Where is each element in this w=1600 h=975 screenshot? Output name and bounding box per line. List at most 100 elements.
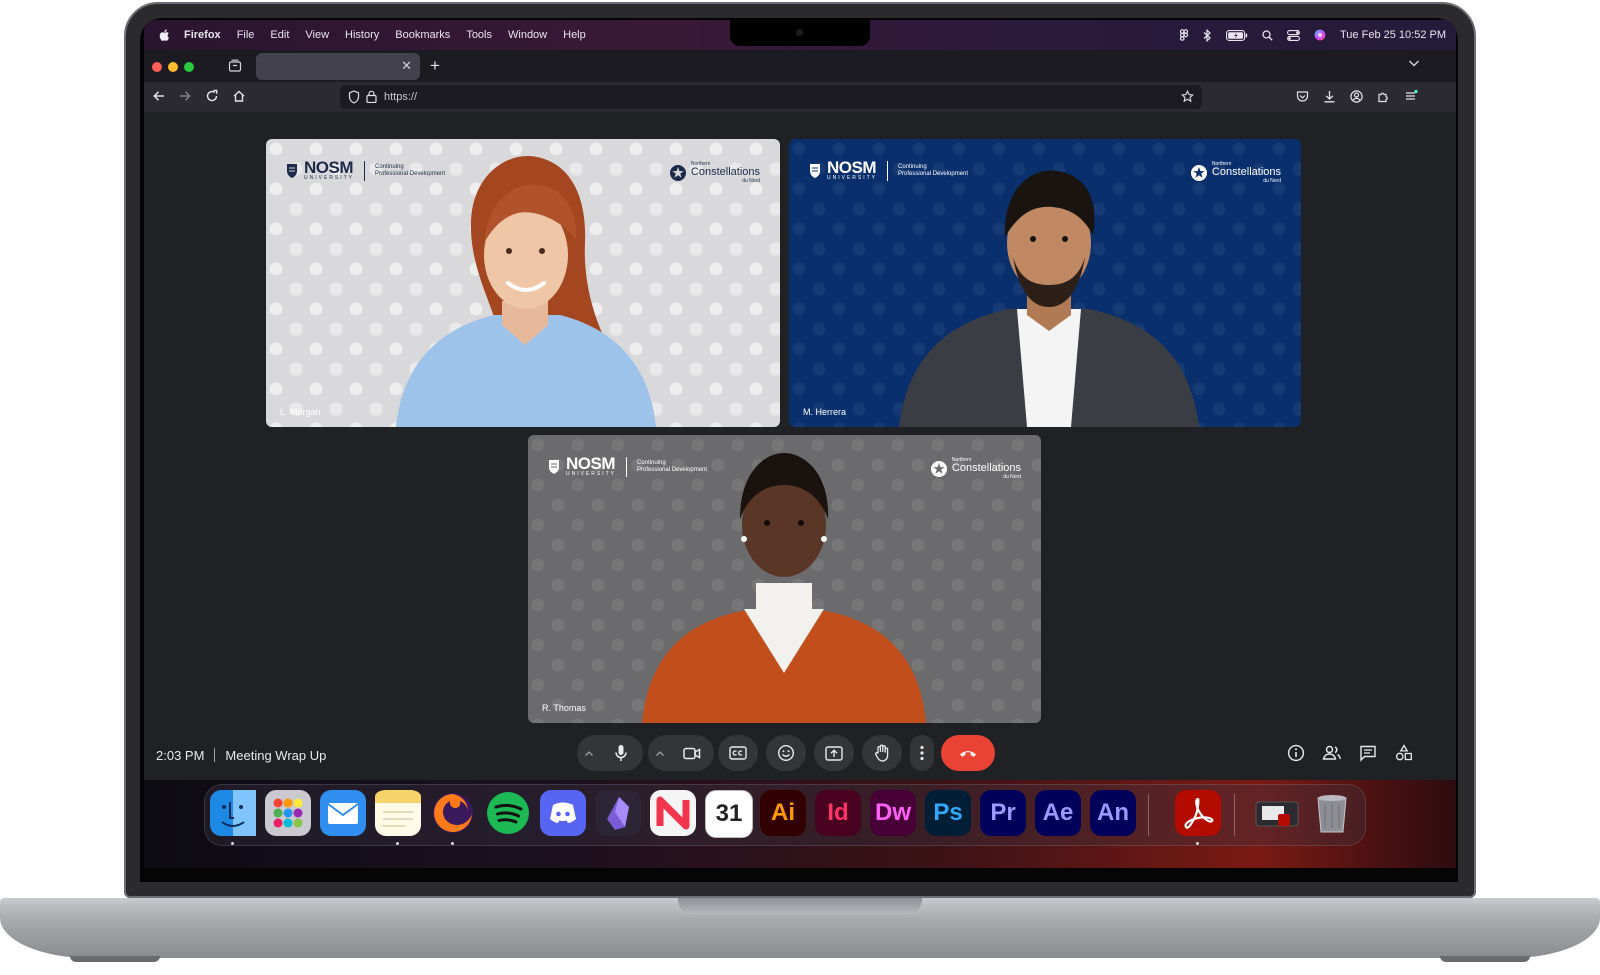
people-icon[interactable] bbox=[1322, 744, 1342, 762]
participant-name-3: R. Thomas bbox=[542, 703, 586, 713]
dock-app-acrobat[interactable] bbox=[1175, 790, 1221, 836]
calendar-day-number: 31 bbox=[715, 800, 743, 827]
mic-icon[interactable] bbox=[601, 744, 641, 762]
window-zoom-button[interactable] bbox=[184, 62, 194, 72]
dock-app-animate[interactable]: An bbox=[1090, 790, 1136, 836]
browser-tab-strip: ✕ + bbox=[144, 50, 1456, 82]
meeting-title[interactable]: Meeting Wrap Up bbox=[225, 748, 326, 763]
dock-app-after-effects[interactable]: Ae bbox=[1035, 790, 1081, 836]
present-icon[interactable] bbox=[814, 735, 854, 771]
menu-window[interactable]: Window bbox=[508, 29, 547, 41]
finder-icon bbox=[210, 790, 256, 836]
spotify-icon bbox=[487, 792, 529, 834]
battery-icon[interactable] bbox=[1226, 29, 1248, 41]
menu-history[interactable]: History bbox=[345, 29, 379, 41]
participant-tile-3[interactable]: NOSM UNIVERSITY Continuing Professional … bbox=[528, 435, 1041, 723]
dock-app-spotify[interactable] bbox=[485, 790, 531, 836]
indesign-label: Id bbox=[827, 799, 849, 826]
more-icon[interactable] bbox=[910, 735, 934, 771]
participant-video-person-2 bbox=[899, 170, 1199, 427]
dock-app-finder[interactable] bbox=[210, 790, 256, 836]
emoji-icon[interactable] bbox=[766, 735, 806, 771]
apple-logo-icon[interactable] bbox=[158, 28, 172, 42]
window-close-button[interactable] bbox=[152, 62, 162, 72]
dock-trash[interactable] bbox=[1309, 790, 1355, 836]
siri-icon[interactable] bbox=[1314, 29, 1326, 41]
forward-arrow-icon[interactable] bbox=[178, 89, 192, 103]
info-icon[interactable] bbox=[1287, 744, 1305, 762]
participant-tile-1[interactable]: NOSM UNIVERSITY Continuing Professional … bbox=[266, 139, 780, 427]
captions-icon[interactable] bbox=[718, 735, 758, 771]
dock-app-firefox[interactable] bbox=[430, 790, 476, 836]
control-center-icon[interactable] bbox=[1287, 29, 1300, 41]
chat-icon[interactable] bbox=[1359, 744, 1377, 762]
dock-downloads-stack[interactable] bbox=[1254, 790, 1300, 836]
menu-bookmarks[interactable]: Bookmarks bbox=[395, 29, 450, 41]
nosm-shield-icon bbox=[287, 164, 297, 178]
bluetooth-icon[interactable] bbox=[1203, 28, 1212, 42]
raise-hand-icon[interactable] bbox=[862, 735, 902, 771]
after-effects-label: Ae bbox=[1042, 799, 1074, 826]
nosm-university-text: UNIVERSITY bbox=[566, 471, 617, 477]
home-icon[interactable] bbox=[232, 89, 246, 103]
dock-app-mail[interactable] bbox=[320, 790, 366, 836]
spotlight-search-icon[interactable] bbox=[1262, 29, 1273, 41]
address-bar[interactable]: https:// bbox=[340, 85, 1202, 109]
downloads-icon[interactable] bbox=[1323, 90, 1336, 103]
figma-icon[interactable] bbox=[1179, 29, 1189, 41]
dock-app-discord[interactable] bbox=[540, 790, 586, 836]
dock-app-dreamweaver[interactable]: Dw bbox=[870, 790, 916, 836]
firefox-icon bbox=[433, 793, 473, 833]
camera-icon[interactable] bbox=[672, 747, 712, 760]
dock-app-illustrator[interactable]: Ai bbox=[760, 790, 806, 836]
menu-file[interactable]: File bbox=[237, 29, 255, 41]
dock-app-calendar[interactable]: 31 bbox=[705, 790, 753, 838]
dock-app-launchpad[interactable] bbox=[265, 790, 311, 836]
meeting-time: 2:03 PM bbox=[156, 748, 205, 763]
window-minimize-button[interactable] bbox=[168, 62, 178, 72]
nosm-wordmark: NOSM bbox=[827, 158, 877, 177]
audio-settings-chevron-up-icon[interactable] bbox=[577, 750, 601, 757]
extensions-puzzle-icon[interactable] bbox=[1377, 90, 1390, 103]
menubar-app-name[interactable]: Firefox bbox=[184, 29, 221, 41]
menu-edit[interactable]: Edit bbox=[270, 29, 289, 41]
end-call-icon[interactable] bbox=[941, 735, 995, 771]
dock-app-premiere-pro[interactable]: Pr bbox=[980, 790, 1026, 836]
menu-tools[interactable]: Tools bbox=[466, 29, 492, 41]
trash-icon bbox=[1317, 795, 1347, 833]
menu-view[interactable]: View bbox=[305, 29, 329, 41]
menu-help[interactable]: Help bbox=[563, 29, 586, 41]
dock-app-news[interactable] bbox=[650, 790, 696, 836]
dock-app-indesign[interactable]: Id bbox=[815, 790, 861, 836]
video-settings-chevron-up-icon[interactable] bbox=[648, 750, 672, 757]
northern-constellations-logo: Northern Constellations du Nord bbox=[669, 161, 760, 184]
tracking-protection-shield-icon[interactable] bbox=[348, 90, 360, 104]
acrobat-icon bbox=[1175, 790, 1221, 836]
pocket-icon[interactable] bbox=[1296, 90, 1309, 103]
new-tab-button[interactable]: + bbox=[430, 56, 440, 76]
menubar-clock[interactable]: Tue Feb 25 10:52 PM bbox=[1340, 29, 1446, 41]
constellations-du-nord-text: du Nord bbox=[1003, 474, 1021, 480]
nosm-university-text: UNIVERSITY bbox=[304, 175, 355, 181]
lock-icon[interactable] bbox=[366, 90, 377, 103]
dock-app-obsidian[interactable] bbox=[595, 790, 641, 836]
reload-icon[interactable] bbox=[205, 89, 219, 103]
dock-app-notes[interactable] bbox=[375, 790, 421, 836]
dock-app-photoshop[interactable]: Ps bbox=[925, 790, 971, 836]
laptop-foot-right bbox=[1440, 956, 1530, 962]
participant-tile-2[interactable]: NOSM UNIVERSITY Continuing Professional … bbox=[789, 139, 1301, 427]
list-all-tabs-chevron-down-icon[interactable] bbox=[1408, 58, 1420, 68]
dock-running-indicator bbox=[451, 842, 454, 845]
camera-notch bbox=[730, 20, 870, 46]
activities-icon[interactable] bbox=[1395, 744, 1413, 762]
app-menu-hamburger-icon[interactable] bbox=[1404, 89, 1418, 103]
meeting-info-divider bbox=[214, 748, 216, 762]
tab-overview-icon[interactable] bbox=[228, 59, 242, 73]
bookmark-star-icon[interactable] bbox=[1181, 90, 1194, 103]
back-arrow-icon[interactable] bbox=[152, 89, 166, 103]
tab-close-icon[interactable]: ✕ bbox=[401, 59, 412, 72]
constellations-wordmark: Constellations bbox=[951, 462, 1021, 474]
account-icon[interactable] bbox=[1350, 90, 1363, 103]
browser-tab-active[interactable]: ✕ bbox=[256, 53, 420, 80]
nosm-wordmark: NOSM bbox=[304, 158, 354, 177]
